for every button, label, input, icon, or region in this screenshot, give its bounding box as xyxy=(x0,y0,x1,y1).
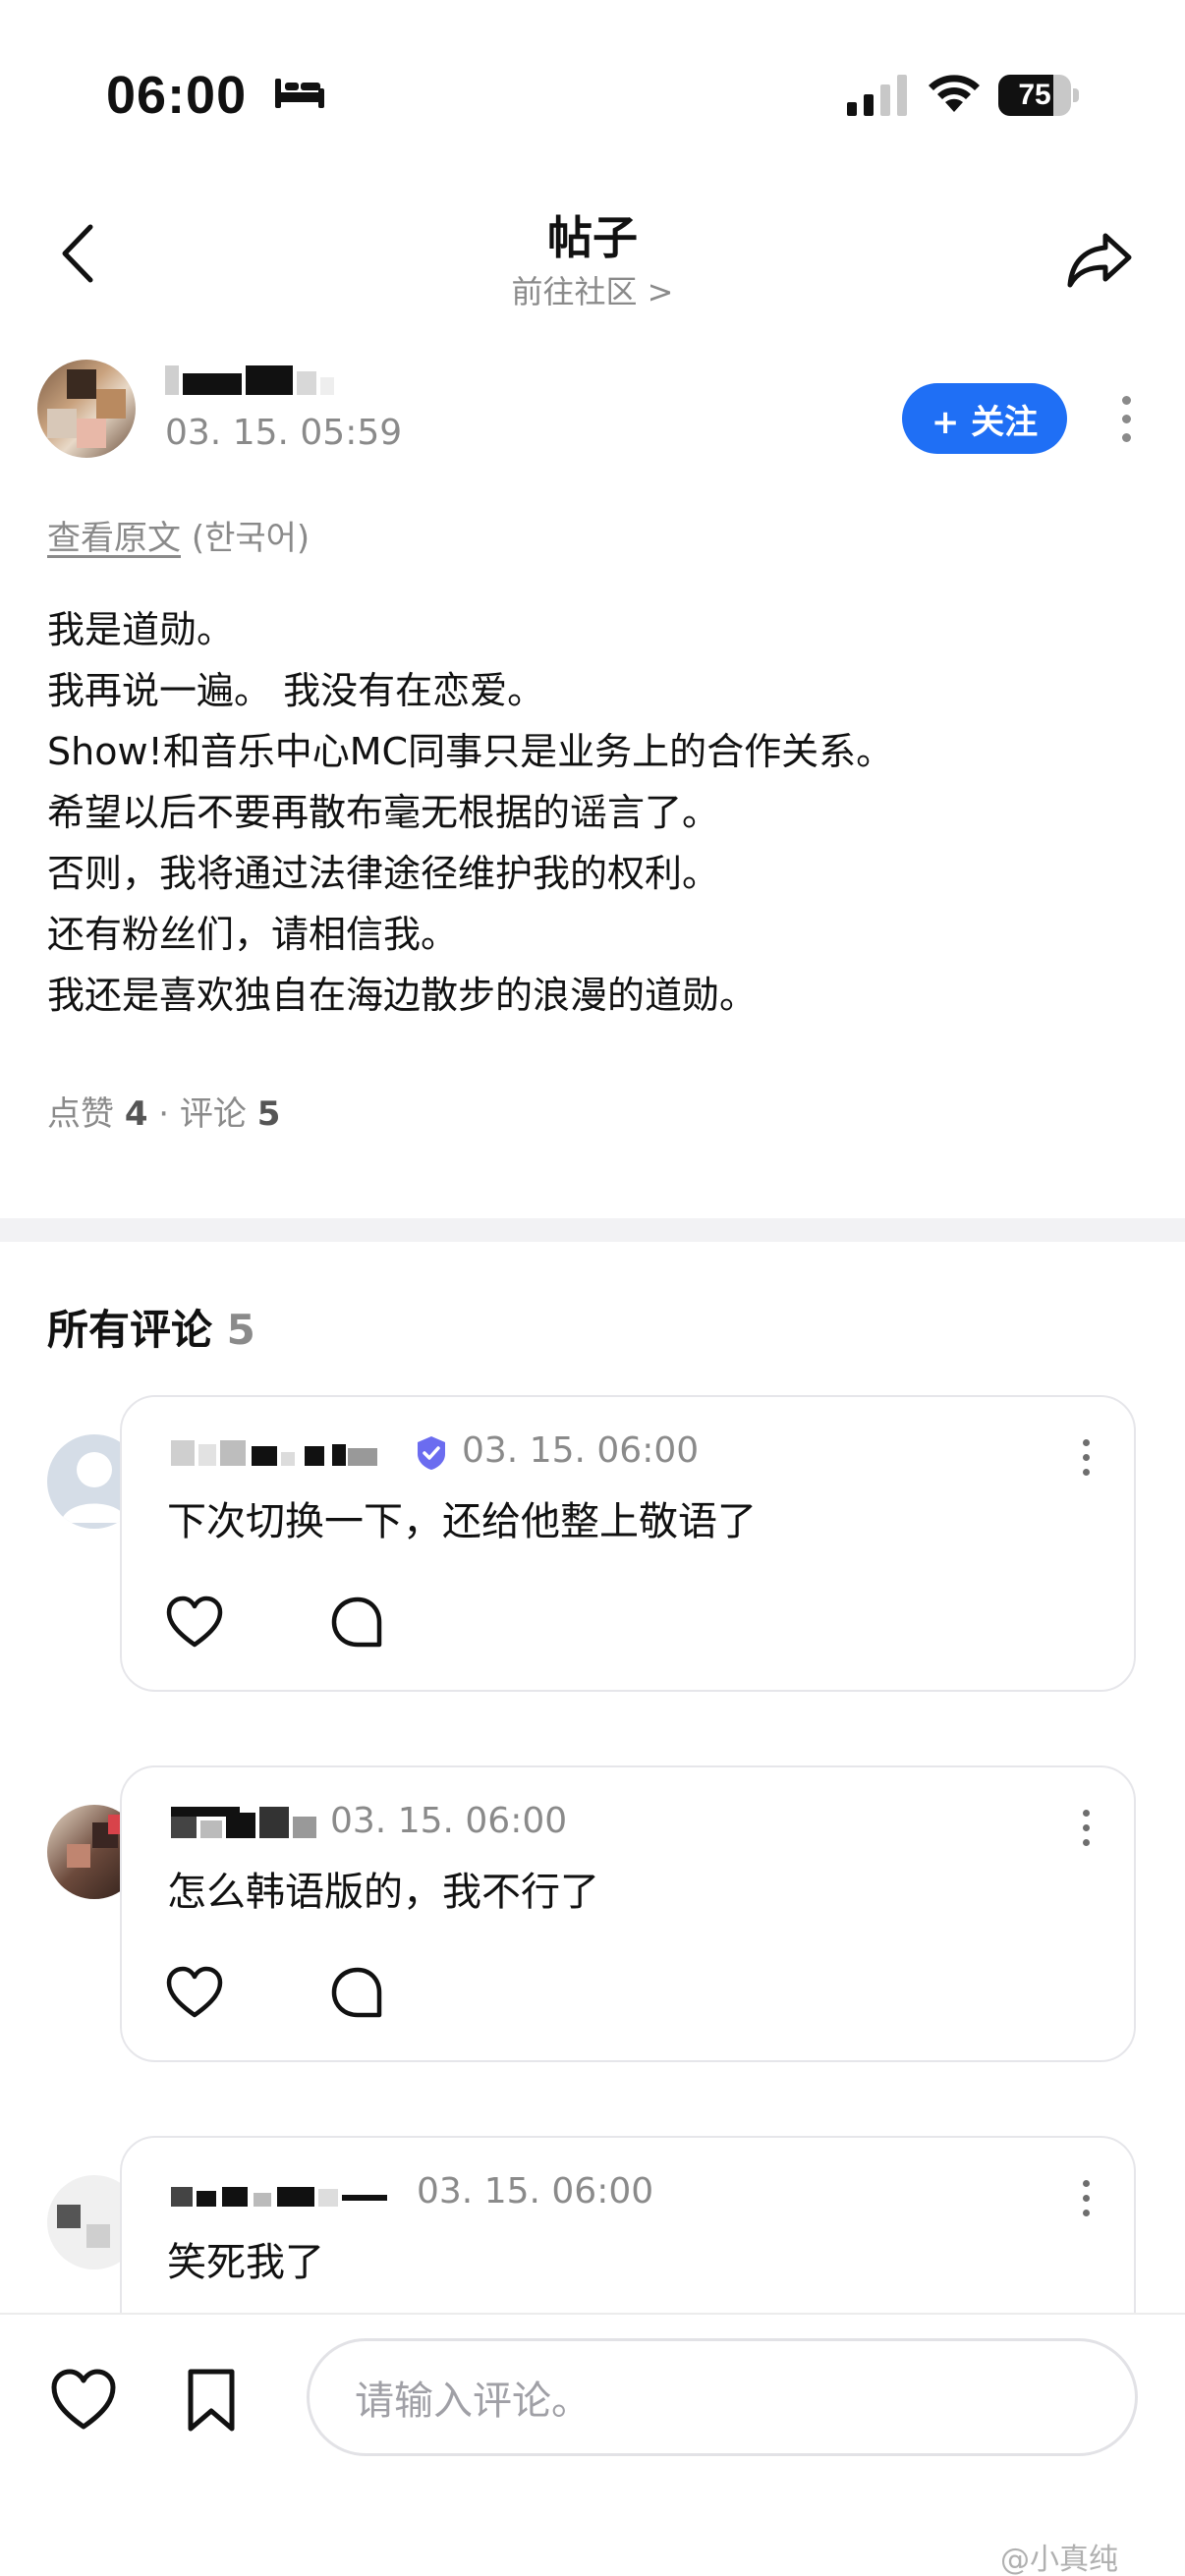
more-dots-icon xyxy=(1082,1809,1090,1817)
post-line: 我是道勋。 xyxy=(47,608,235,651)
comment-more-button[interactable] xyxy=(1071,2173,1100,2222)
comment-text: 怎么韩语版的，我不行了 xyxy=(167,1870,599,1915)
commenter-name-redacted xyxy=(171,1807,316,1838)
comment-text: 笑死我了 xyxy=(167,2240,324,2285)
post-line: 我还是喜欢独自在海边散步的浪漫的道勋。 xyxy=(47,974,758,1017)
post-line: 希望以后不要再散布毫无根据的谣言了。 xyxy=(47,791,720,834)
original-language: (한국어) xyxy=(191,519,310,558)
comment-timestamp: 03. 15. 06:00 xyxy=(417,2171,654,2212)
comment-text: 下次切换一下，还给他整上敬语了 xyxy=(167,1499,757,1544)
bookmark-icon[interactable] xyxy=(177,2366,246,2435)
author-name-redacted xyxy=(165,365,334,395)
follow-button[interactable]: + 关注 xyxy=(902,383,1067,454)
post-line: 否则，我将通过法律途径维护我的权利。 xyxy=(47,852,720,895)
comments-label: 评论 xyxy=(179,1094,247,1134)
bed-icon xyxy=(275,79,324,108)
battery-indicator: 75 xyxy=(998,75,1079,116)
post-line: Show!和音乐中心MC同事只是业务上的合作关系。 xyxy=(47,730,894,773)
author-avatar[interactable] xyxy=(37,360,136,458)
author-timestamp: 03. 15. 05:59 xyxy=(165,413,403,453)
more-dots-icon xyxy=(1082,2179,1090,2187)
comment-more-button[interactable] xyxy=(1071,1432,1100,1482)
view-original-link[interactable]: 查看原文 xyxy=(47,519,181,558)
heart-icon[interactable] xyxy=(165,1594,224,1652)
commenter-name-redacted xyxy=(171,1440,377,1466)
share-icon xyxy=(1067,233,1132,288)
comment-card: 03. 15. 06:00 下次切换一下，还给他整上敬语了 xyxy=(120,1395,1136,1692)
section-divider xyxy=(0,1218,1185,1242)
community-link[interactable]: 前往社区 > xyxy=(0,267,1185,312)
comment-timestamp: 03. 15. 06:00 xyxy=(330,1801,568,1841)
verified-badge-icon xyxy=(418,1436,445,1470)
heart-icon[interactable] xyxy=(165,1964,224,2023)
comments-heading: 所有评论 5 xyxy=(47,1297,255,1357)
comment-card: 03. 15. 06:00 怎么韩语版的，我不行了 xyxy=(120,1765,1136,2062)
comment-item: 03. 15. 06:00 笑死我了 xyxy=(0,2136,1185,2313)
comment-timestamp: 03. 15. 06:00 xyxy=(462,1430,700,1471)
comment-bubble-icon[interactable] xyxy=(328,1594,387,1652)
commenter-name-redacted xyxy=(171,2187,387,2207)
more-dots-icon xyxy=(1121,395,1131,405)
comments-heading-label: 所有评论 xyxy=(47,1306,213,1354)
post-stats: 点赞 4 · 评论 5 xyxy=(47,1087,280,1135)
battery-percent: 75 xyxy=(1018,79,1051,111)
comment-bubble-icon[interactable] xyxy=(328,1964,387,2023)
translate-row: 查看原文 (한국어) xyxy=(47,511,310,559)
comment-item: 03. 15. 06:00 怎么韩语版的，我不行了 xyxy=(0,1765,1185,2062)
stats-separator: · xyxy=(158,1094,170,1134)
author-row: 03. 15. 05:59 + 关注 xyxy=(0,344,1185,472)
post-line: 我再说一遍。 我没有在恋爱。 xyxy=(47,669,545,712)
comment-item: 03. 15. 06:00 下次切换一下，还给他整上敬语了 xyxy=(0,1395,1185,1692)
status-bar: 06:00 75 xyxy=(0,0,1185,187)
page-title: 帖子 xyxy=(547,211,638,264)
more-dots-icon xyxy=(1082,1438,1090,1446)
likes-label: 点赞 xyxy=(47,1094,114,1134)
watermark: @小真纯 xyxy=(1000,2543,1118,2576)
comment-more-button[interactable] xyxy=(1071,1803,1100,1852)
wifi-icon xyxy=(929,75,980,112)
share-button[interactable] xyxy=(1061,220,1140,299)
likes-count: 4 xyxy=(124,1094,148,1134)
comments-heading-count: 5 xyxy=(226,1306,255,1354)
post-line: 还有粉丝们，请相信我。 xyxy=(47,913,459,956)
more-options-button[interactable] xyxy=(1104,381,1148,456)
comment-input[interactable]: 请输入评论。 xyxy=(307,2338,1138,2456)
status-time: 06:00 xyxy=(106,66,248,125)
post-body: 我是道勋。 我再说一遍。 我没有在恋爱。 Show!和音乐中心MC同事只是业务上… xyxy=(47,599,1148,1026)
heart-icon[interactable] xyxy=(49,2366,118,2435)
signal-icon xyxy=(847,75,907,116)
comment-card: 03. 15. 06:00 笑死我了 xyxy=(120,2136,1136,2313)
comments-count: 5 xyxy=(256,1094,281,1134)
nav-header: 帖子 前往社区 > xyxy=(0,187,1185,324)
